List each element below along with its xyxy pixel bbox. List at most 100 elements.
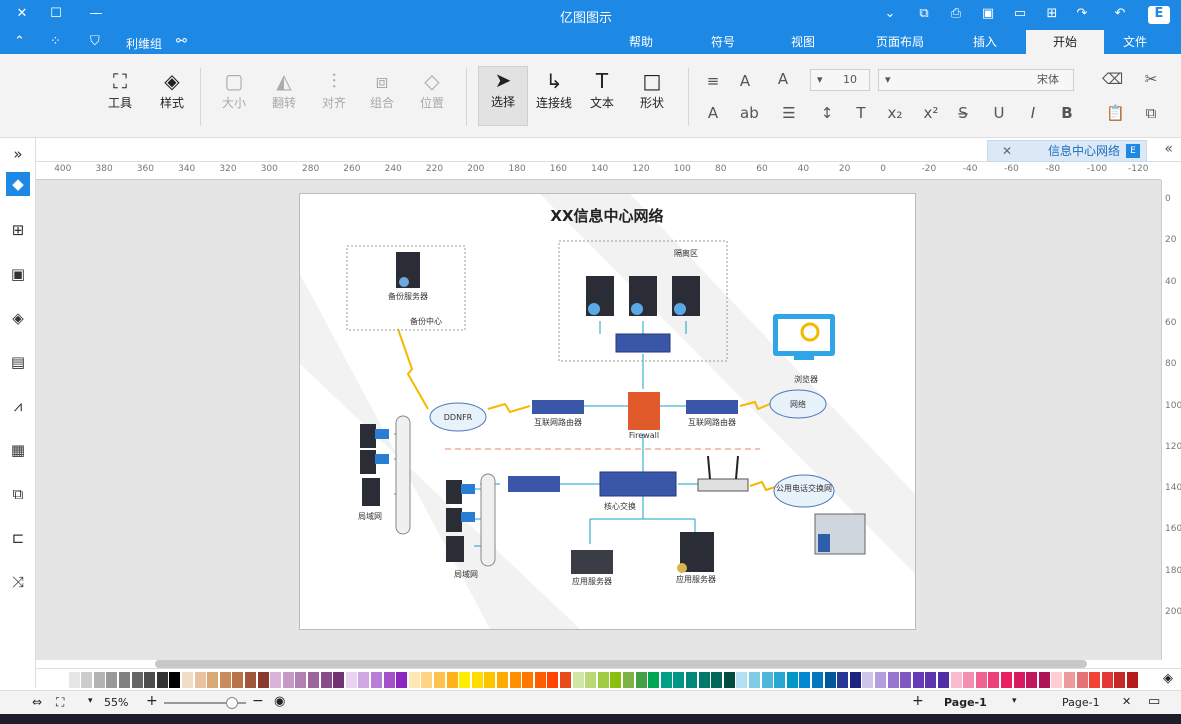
tab-symbol[interactable]: 符号: [700, 30, 746, 54]
color-swatch[interactable]: [786, 672, 798, 688]
zoom-in-icon[interactable]: +: [146, 693, 158, 709]
image-icon[interactable]: ▣: [6, 262, 30, 286]
fit-page-icon[interactable]: ⛶: [56, 695, 64, 710]
color-swatch[interactable]: [1089, 672, 1101, 688]
maximize-icon[interactable]: ☐: [48, 6, 64, 22]
page-tab[interactable]: Page-1: [944, 696, 987, 709]
color-swatch[interactable]: [585, 672, 597, 688]
play-icon[interactable]: ◉: [274, 694, 285, 709]
color-swatch[interactable]: [207, 672, 219, 688]
color-swatch[interactable]: [446, 672, 458, 688]
text-button[interactable]: T 文本: [582, 68, 622, 111]
color-swatch[interactable]: [610, 672, 622, 688]
superscript-icon[interactable]: x²: [922, 104, 940, 122]
share-icon[interactable]: ⚯: [176, 34, 187, 49]
folder-icon[interactable]: ▭: [1012, 6, 1028, 22]
add-page-icon[interactable]: +: [912, 693, 924, 709]
color-swatch[interactable]: [308, 672, 319, 688]
crop-icon[interactable]: ⧉: [6, 482, 30, 506]
color-swatch[interactable]: [660, 672, 672, 688]
color-swatch[interactable]: [673, 672, 685, 688]
document-icon[interactable]: ▤: [6, 350, 30, 374]
color-swatch[interactable]: [686, 672, 697, 688]
color-swatch[interactable]: [547, 672, 559, 688]
grid-icon[interactable]: ⊞: [6, 218, 30, 242]
new-icon[interactable]: ⊞: [1044, 6, 1060, 22]
font-name-select[interactable]: ▾ 宋体: [878, 69, 1074, 91]
text-style-icon[interactable]: T: [852, 104, 870, 122]
color-swatch[interactable]: [812, 672, 823, 688]
color-swatch[interactable]: [698, 672, 710, 688]
color-swatch[interactable]: [471, 672, 483, 688]
color-swatch[interactable]: [799, 672, 811, 688]
color-swatch[interactable]: [774, 672, 786, 688]
style-button[interactable]: ◈ 样式: [152, 68, 192, 111]
color-swatch[interactable]: [396, 672, 408, 688]
collapse-icon[interactable]: ⌃: [14, 34, 25, 49]
color-swatch[interactable]: [81, 672, 93, 688]
tab-insert[interactable]: 插入: [962, 30, 1008, 54]
connector-button[interactable]: ↳ 连接线: [532, 68, 576, 111]
color-swatch[interactable]: [522, 672, 534, 688]
color-swatch[interactable]: [408, 672, 420, 688]
zoom-dropdown-icon[interactable]: ▾: [88, 696, 93, 706]
horizontal-scrollbar[interactable]: [155, 660, 1087, 668]
color-swatch[interactable]: [1038, 672, 1050, 688]
color-swatch[interactable]: [837, 672, 849, 688]
flip-button[interactable]: ◭ 翻转: [264, 68, 304, 111]
group-button[interactable]: ⧈ 组合: [362, 68, 402, 111]
copy-icon[interactable]: ⧉: [1142, 104, 1160, 122]
color-swatch[interactable]: [648, 672, 660, 688]
color-swatch[interactable]: [484, 672, 496, 688]
format-painter-icon[interactable]: ⌫: [1102, 70, 1123, 88]
color-swatch[interactable]: [1013, 672, 1025, 688]
chart-icon[interactable]: ⩘: [6, 394, 30, 418]
bullet-list-icon[interactable]: ☰: [780, 104, 798, 122]
color-swatch[interactable]: [1076, 672, 1088, 688]
color-swatch[interactable]: [182, 672, 193, 688]
color-swatch[interactable]: [345, 672, 357, 688]
color-swatch[interactable]: [1064, 672, 1075, 688]
layers-icon[interactable]: ◈: [6, 306, 30, 330]
color-swatch[interactable]: [219, 672, 231, 688]
color-swatch[interactable]: [282, 672, 294, 688]
close-icon[interactable]: ✕: [14, 6, 30, 22]
save-icon[interactable]: ▣: [980, 6, 996, 22]
color-swatch[interactable]: [597, 672, 609, 688]
color-swatch[interactable]: [320, 672, 332, 688]
align-text-icon[interactable]: ≡: [704, 72, 722, 90]
color-swatch[interactable]: [736, 672, 748, 688]
color-swatch[interactable]: [887, 672, 899, 688]
color-swatch[interactable]: [950, 672, 962, 688]
color-swatch[interactable]: [912, 672, 924, 688]
print-icon[interactable]: ⎙: [948, 6, 964, 22]
minimize-icon[interactable]: —: [88, 6, 104, 22]
close-icon[interactable]: ✕: [1122, 695, 1131, 708]
font-grow-icon[interactable]: A: [774, 70, 792, 88]
color-swatch[interactable]: [144, 672, 156, 688]
tab-view[interactable]: 视图: [780, 30, 826, 54]
document-tab[interactable]: ✕ 信息中心网络 E: [987, 140, 1147, 162]
color-swatch[interactable]: [434, 672, 445, 688]
page-select[interactable]: Page-1: [1062, 696, 1100, 709]
color-swatch[interactable]: [119, 672, 130, 688]
color-swatch[interactable]: [900, 672, 912, 688]
bold-icon[interactable]: B: [1058, 104, 1076, 122]
underline-icon[interactable]: U: [990, 104, 1008, 122]
color-swatch[interactable]: [194, 672, 206, 688]
drawing-page[interactable]: XX信息中心网络 备份服务器 备份中心 隔离区 浏览器 Firewall 互联网…: [299, 193, 916, 630]
color-swatch[interactable]: [963, 672, 975, 688]
color-swatch[interactable]: [711, 672, 723, 688]
color-swatch[interactable]: [623, 672, 634, 688]
color-swatch[interactable]: [56, 672, 67, 688]
font-size-select[interactable]: ▾ 10: [810, 69, 870, 91]
tool-button[interactable]: ⛶ 工具: [100, 68, 140, 111]
color-swatch[interactable]: [257, 672, 269, 688]
open-icon[interactable]: ⧉: [916, 6, 932, 22]
color-swatch[interactable]: [925, 672, 937, 688]
color-swatch[interactable]: [560, 672, 571, 688]
layout-icon[interactable]: ⊏: [6, 526, 30, 550]
tab-home[interactable]: 开始: [1026, 30, 1104, 54]
strikethrough-icon[interactable]: S̶: [954, 104, 972, 122]
color-swatch[interactable]: [333, 672, 345, 688]
